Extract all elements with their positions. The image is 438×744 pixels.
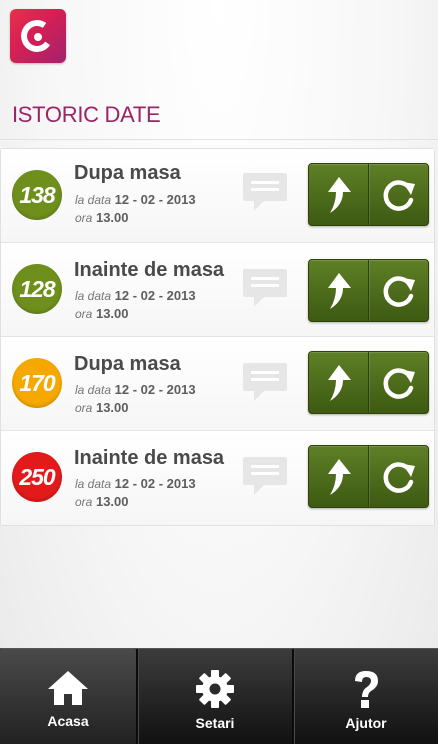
nav-label: Acasa bbox=[47, 713, 89, 729]
meal-title: Dupa masa bbox=[74, 353, 181, 375]
value-badge: 170 bbox=[12, 358, 62, 408]
row-actions bbox=[308, 445, 429, 508]
record-meta: la data 12 - 02 - 2013 ora 13.00 bbox=[75, 287, 196, 323]
comment-icon[interactable] bbox=[242, 171, 288, 213]
refresh-button[interactable] bbox=[369, 164, 428, 225]
title-divider bbox=[0, 139, 438, 140]
record-time: 13.00 bbox=[95, 210, 129, 225]
list-item[interactable]: 170 Dupa masa la data 12 - 02 - 2013 ora… bbox=[1, 337, 434, 431]
value-badge: 138 bbox=[12, 170, 62, 220]
refresh-icon bbox=[383, 179, 415, 211]
row-actions bbox=[308, 351, 429, 414]
value-badge: 128 bbox=[12, 264, 62, 314]
record-date: 12 - 02 - 2013 bbox=[114, 192, 196, 207]
refresh-icon bbox=[383, 461, 415, 493]
list-item[interactable]: 138 Dupa masa la data 12 - 02 - 2013 ora… bbox=[1, 149, 434, 243]
meal-title: Dupa masa bbox=[74, 162, 181, 184]
value-badge: 250 bbox=[12, 452, 62, 502]
comment-icon[interactable] bbox=[242, 267, 288, 309]
bottom-nav: Acasa Setari Ajutor bbox=[0, 648, 438, 744]
record-meta: la data 12 - 02 - 2013 ora 13.00 bbox=[75, 191, 196, 227]
arrow-up-icon bbox=[327, 458, 351, 495]
comment-icon[interactable] bbox=[242, 455, 288, 497]
logo-dot bbox=[34, 33, 42, 41]
date-label: la data bbox=[75, 193, 112, 207]
refresh-button[interactable] bbox=[369, 446, 428, 507]
record-time: 13.00 bbox=[95, 400, 129, 415]
refresh-icon bbox=[383, 275, 415, 307]
nav-label: Ajutor bbox=[345, 715, 387, 731]
comment-icon[interactable] bbox=[242, 361, 288, 403]
upload-button[interactable] bbox=[309, 164, 368, 225]
record-meta: la data 12 - 02 - 2013 ora 13.00 bbox=[75, 475, 196, 511]
record-date: 12 - 02 - 2013 bbox=[114, 288, 196, 303]
nav-label: Setari bbox=[195, 715, 235, 731]
arrow-up-icon bbox=[327, 272, 351, 309]
record-time: 13.00 bbox=[95, 494, 129, 509]
meal-title: Inainte de masa bbox=[74, 259, 225, 281]
record-date: 12 - 02 - 2013 bbox=[114, 382, 196, 397]
refresh-icon bbox=[383, 367, 415, 399]
list-item[interactable]: 250 Inainte de masa la data 12 - 02 - 20… bbox=[1, 431, 434, 525]
row-actions bbox=[308, 163, 429, 226]
refresh-button[interactable] bbox=[369, 352, 428, 413]
record-time: 13.00 bbox=[95, 306, 129, 321]
meal-title: Inainte de masa bbox=[74, 447, 225, 469]
nav-item-setari[interactable]: Setari bbox=[138, 649, 292, 744]
nav-item-ajutor[interactable]: Ajutor bbox=[294, 649, 438, 744]
nav-item-acasa[interactable]: Acasa bbox=[0, 649, 136, 744]
arrow-up-icon bbox=[327, 364, 351, 401]
question-icon bbox=[355, 671, 378, 708]
date-label: la data bbox=[75, 477, 112, 491]
record-meta: la data 12 - 02 - 2013 ora 13.00 bbox=[75, 381, 196, 417]
time-label: ora bbox=[75, 495, 93, 509]
upload-button[interactable] bbox=[309, 446, 368, 507]
row-actions bbox=[308, 259, 429, 322]
page-title: ISTORIC DATE bbox=[12, 102, 161, 127]
app-logo[interactable] bbox=[10, 9, 66, 63]
time-label: ora bbox=[75, 211, 93, 225]
list-item[interactable]: 128 Inainte de masa la data 12 - 02 - 20… bbox=[1, 243, 434, 337]
time-label: ora bbox=[75, 401, 93, 415]
time-label: ora bbox=[75, 307, 93, 321]
date-label: la data bbox=[75, 383, 112, 397]
history-list: 138 Dupa masa la data 12 - 02 - 2013 ora… bbox=[0, 148, 435, 526]
upload-button[interactable] bbox=[309, 352, 368, 413]
refresh-button[interactable] bbox=[369, 260, 428, 321]
gear-icon bbox=[196, 670, 234, 708]
home-icon bbox=[48, 671, 88, 705]
arrow-up-icon bbox=[327, 176, 351, 213]
upload-button[interactable] bbox=[309, 260, 368, 321]
date-label: la data bbox=[75, 289, 112, 303]
record-date: 12 - 02 - 2013 bbox=[114, 476, 196, 491]
